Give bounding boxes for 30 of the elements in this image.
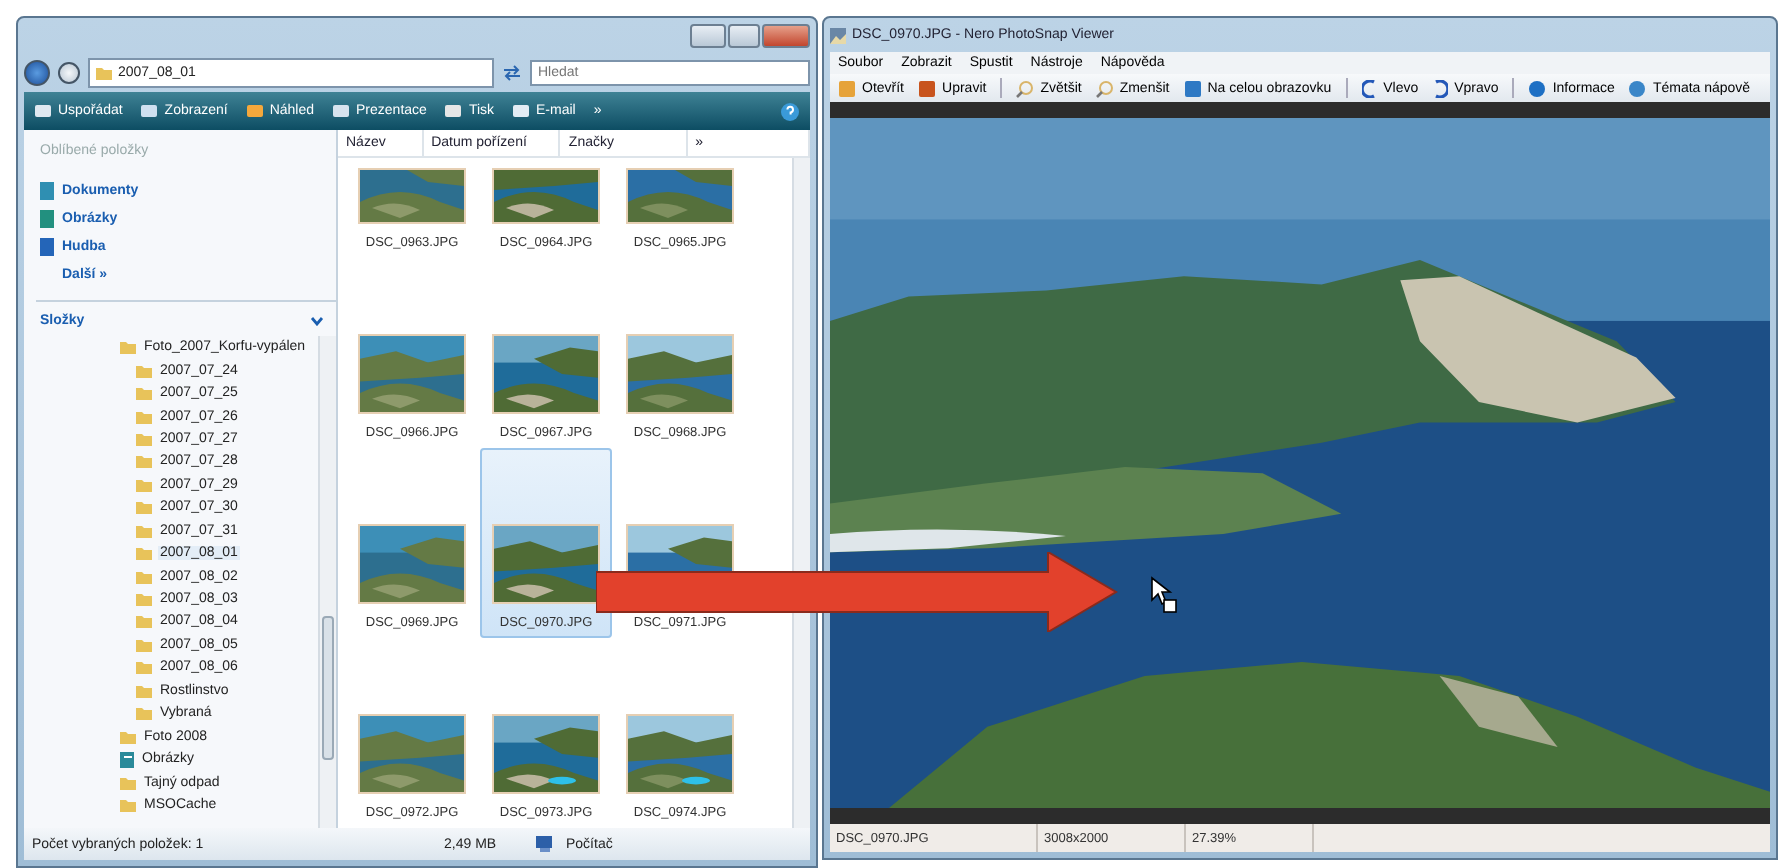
app-icon [830, 27, 846, 43]
scrollbar[interactable] [792, 158, 810, 828]
info-icon [1528, 79, 1547, 97]
folder-icon [96, 65, 112, 79]
cursor-icon [1150, 576, 1178, 616]
printer-icon [444, 104, 463, 118]
help-icon[interactable] [780, 101, 800, 121]
fullscreen-icon [1183, 79, 1202, 97]
magnifier-icon [1016, 79, 1035, 97]
library-icon [120, 751, 134, 768]
organize-icon [34, 104, 52, 118]
open-icon [838, 79, 856, 97]
rotate-left-icon [1361, 79, 1378, 97]
views-icon [140, 104, 159, 118]
chevron-icon[interactable] [310, 316, 324, 326]
magnifier-icon [1095, 79, 1114, 97]
forward-button[interactable] [58, 61, 80, 83]
help-icon [1628, 79, 1647, 97]
slideshow-icon [332, 104, 351, 118]
edit-icon [918, 79, 937, 97]
preview-icon [245, 104, 264, 118]
refresh-icon[interactable] [502, 63, 522, 81]
scrollbar[interactable] [318, 336, 336, 828]
rotate-right-icon [1432, 79, 1449, 97]
mail-icon [512, 104, 531, 118]
back-button[interactable] [24, 59, 50, 85]
close-button[interactable] [762, 23, 810, 47]
computer-icon [536, 836, 554, 852]
maximize-button[interactable] [728, 23, 760, 47]
minimize-button[interactable] [690, 23, 726, 47]
